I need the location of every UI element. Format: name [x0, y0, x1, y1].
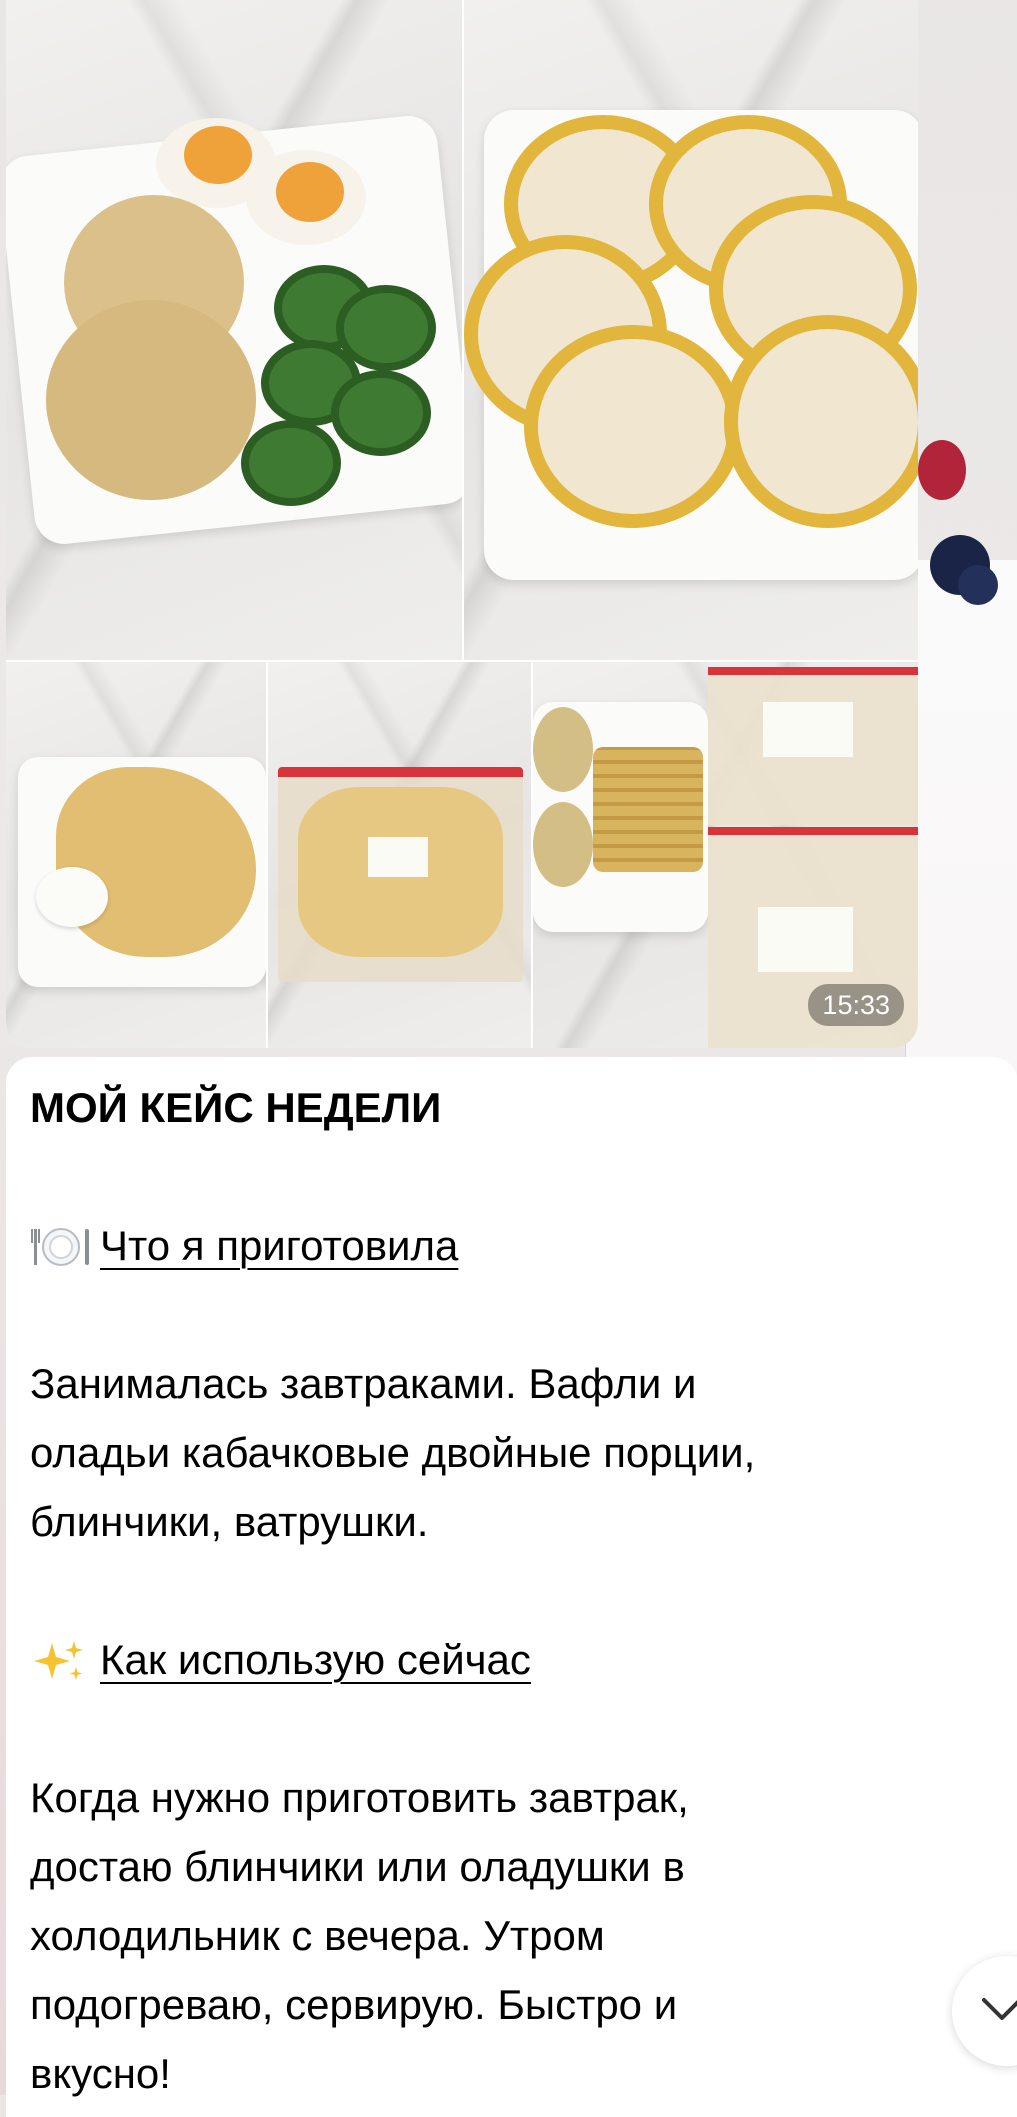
bag-label [758, 907, 853, 972]
photo-pancakes-freezer-bag[interactable] [268, 662, 531, 1048]
bag-label [763, 702, 853, 757]
photo-pancakes-sour-cream[interactable] [6, 662, 266, 1048]
sour-cream [36, 867, 108, 927]
text-line: достаю блинчики или оладушки в [30, 1843, 685, 1890]
waffle [593, 747, 703, 872]
section-heading-cooked: Что я приготовила [100, 1222, 459, 1269]
text-line: Занималась завтраками. Вафли и [30, 1360, 697, 1407]
section-heading: Что я приготовила [30, 1211, 930, 1280]
paragraph-cooked: Занималась завтраками. Вафли и оладьи ка… [30, 1349, 930, 1556]
sparkles-icon [30, 1636, 92, 1684]
bag-label [368, 837, 428, 877]
fritter [533, 707, 593, 792]
background-raspberry [918, 440, 966, 500]
egg-yolk [184, 126, 252, 184]
message-timestamp: 15:33 [808, 984, 904, 1026]
plate-cutlery-icon [30, 1222, 92, 1270]
photo-waffles-fritters-bags[interactable]: 15:33 [533, 662, 918, 1048]
cucumber-slice [241, 420, 341, 506]
text-line: Когда нужно приготовить завтрак, [30, 1774, 689, 1821]
egg-yolk [276, 162, 344, 222]
cheesecake [524, 325, 742, 528]
message-text: МОЙ КЕЙС НЕДЕЛИ Что я приготовила Занима… [30, 1073, 930, 2108]
text-line: блинчики, ватрушки. [30, 1498, 429, 1545]
cutlet [46, 300, 256, 500]
text-line: оладьи кабачковые двойные порции, [30, 1429, 756, 1476]
text-line: вкусно! [30, 2050, 171, 2097]
cheesecake [724, 315, 918, 528]
photo-cutlets-eggs-cucumbers[interactable] [6, 0, 462, 660]
paragraph-usage: Когда нужно приготовить завтрак, достаю … [30, 1763, 930, 2108]
photo-cheesecakes-apple[interactable] [464, 0, 918, 660]
section-heading-usage: Как использую сейчас [100, 1636, 531, 1683]
photo-album[interactable]: 15:33 [6, 0, 918, 1048]
chevron-down-icon [980, 1994, 1017, 2029]
fritter [533, 802, 593, 887]
text-line: холодильник с вечера. Утром [30, 1912, 605, 1959]
cucumber-slice [331, 370, 431, 456]
message-title: МОЙ КЕЙС НЕДЕЛИ [30, 1084, 442, 1131]
section-heading: Как использую сейчас [30, 1625, 930, 1694]
text-line: подогреваю, сервирую. Быстро и [30, 1981, 678, 2028]
background-blueberry [958, 565, 998, 605]
